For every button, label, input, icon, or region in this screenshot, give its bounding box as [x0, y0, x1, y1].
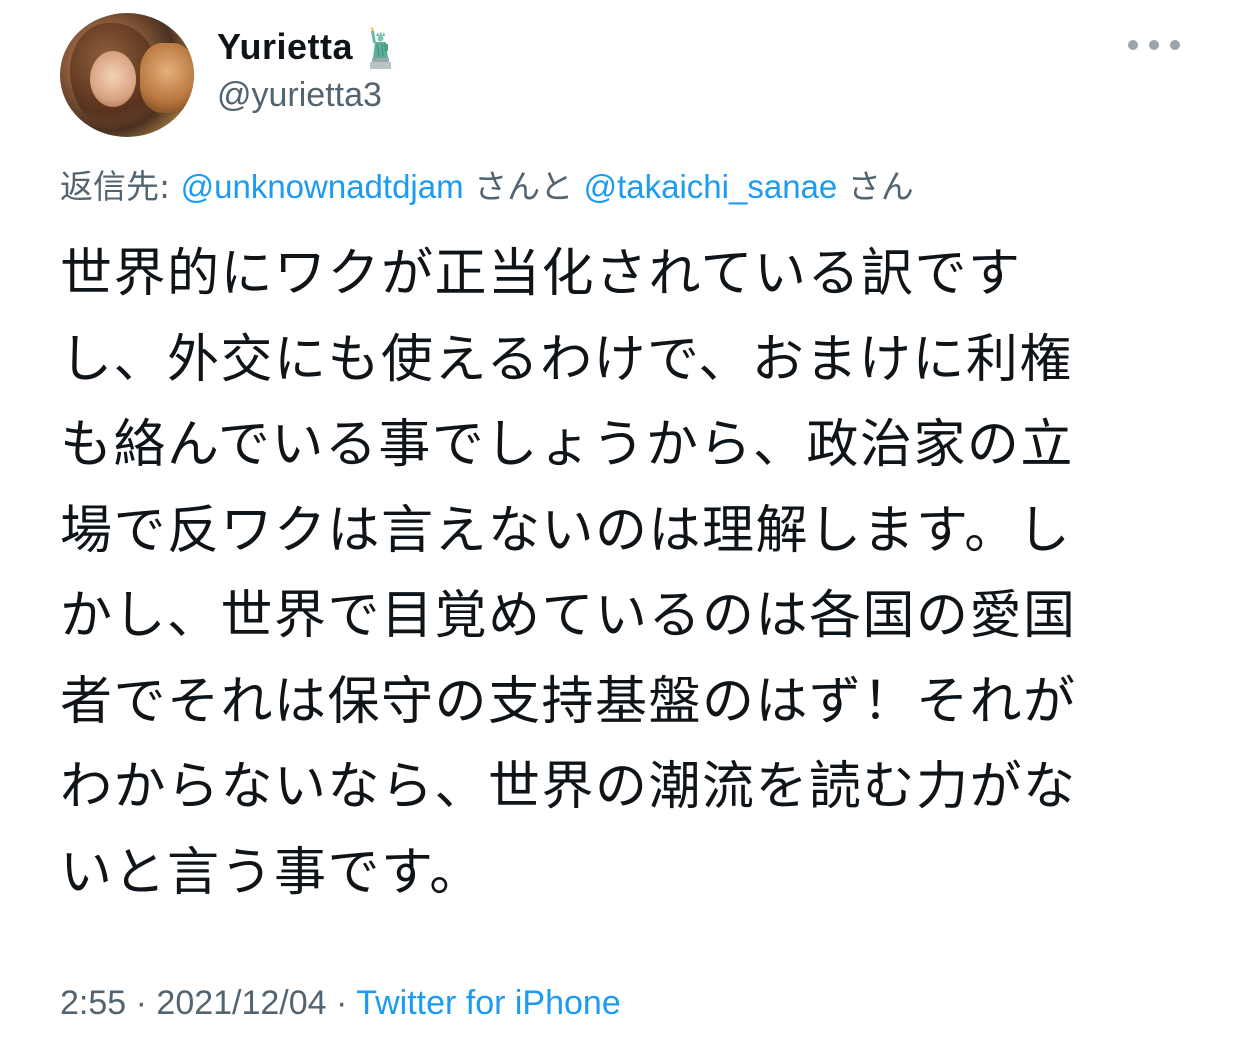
avatar-pet: [140, 43, 194, 113]
avatar[interactable]: [60, 13, 194, 137]
more-options-icon[interactable]: [1128, 30, 1180, 60]
tweet-body-line: 場で反ワクは言えないのは理解します。し: [60, 500, 1072, 561]
more-dot: [1149, 40, 1159, 50]
tweet-body: 世界的にワクが正当化されている訳です し、外交にも使えるわけで、おまけに利権 も…: [60, 232, 1140, 916]
tweet-body-line: 世界的にワクが正当化されている訳です: [60, 244, 1022, 304]
tweet-body-line: も絡んでいる事でしょうから、政治家の立: [60, 415, 1074, 475]
tweet-date[interactable]: 2021/12/04: [156, 984, 326, 1022]
avatar-face: [90, 51, 136, 107]
reply-to-line: 返信先: @unknownadtdjam さんと @takaichi_sanae…: [60, 160, 914, 208]
display-name[interactable]: Yurietta: [217, 26, 353, 68]
tweet-body-line: し、外交にも使えるわけで、おまけに利権: [60, 329, 1073, 390]
statue-of-liberty-icon: [370, 26, 392, 69]
reply-to-prefix: 返信先:: [60, 167, 181, 206]
mention-link-1[interactable]: @unknownadtdjam: [181, 168, 464, 205]
author-name-row: Yurietta: [217, 24, 397, 70]
reply-to-suffix: さん: [837, 167, 914, 206]
tweet-time[interactable]: 2:55: [60, 984, 126, 1022]
author-handle[interactable]: @yurietta3: [217, 76, 382, 115]
tweet-source-link[interactable]: Twitter for iPhone: [356, 984, 621, 1022]
more-dot: [1170, 40, 1180, 50]
tweet-body-line: いと言う事です。: [60, 842, 483, 903]
meta-separator: ·: [326, 984, 357, 1022]
meta-separator: ·: [126, 984, 157, 1022]
mention-link-2[interactable]: @takaichi_sanae: [584, 168, 838, 205]
tweet-meta: 2:55 · 2021/12/04 · Twitter for iPhone: [60, 984, 621, 1023]
tweet-body-line: かし、世界で目覚めているのは各国の愛国: [60, 586, 1077, 646]
tweet-body-line: 者でそれは保守の支持基盤のはず！それが: [60, 671, 1077, 732]
tweet-body-line: わからないなら、世界の潮流を読む力がな: [60, 757, 1077, 817]
more-dot: [1128, 40, 1138, 50]
reply-to-joiner: さんと: [463, 167, 584, 206]
tweet: Yurietta @yurietta3 返信先: @unknownadtdjam…: [0, 0, 1242, 1057]
